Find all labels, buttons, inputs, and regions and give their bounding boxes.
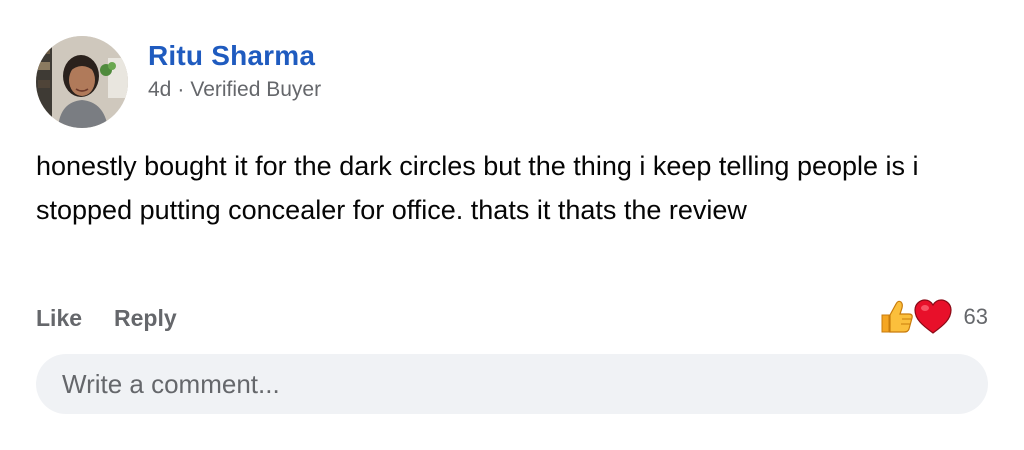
reactions-summary[interactable]: 63 (876, 294, 988, 340)
reply-button[interactable]: Reply (114, 305, 177, 332)
author-name[interactable]: Ritu Sharma (148, 40, 315, 72)
meta-separator: · (177, 78, 185, 101)
comment-text: honestly bought it for the dark circles … (36, 151, 919, 225)
review-comment-card: Ritu Sharma 4d · Verified Buyer honestly b… (0, 0, 1024, 450)
comment-actions: Like Reply (36, 305, 177, 332)
comment-meta: 4d · Verified Buyer (148, 78, 321, 102)
comment-input-box[interactable] (36, 354, 988, 414)
reaction-count: 63 (963, 304, 988, 329)
verified-buyer-badge: Verified Buyer (190, 78, 322, 101)
profile-photo-icon (36, 36, 128, 128)
like-button[interactable]: Like (36, 305, 82, 332)
timestamp[interactable]: 4d (148, 78, 171, 101)
comment-input[interactable] (60, 367, 964, 401)
heart-icon (913, 299, 952, 334)
avatar[interactable] (36, 36, 128, 128)
